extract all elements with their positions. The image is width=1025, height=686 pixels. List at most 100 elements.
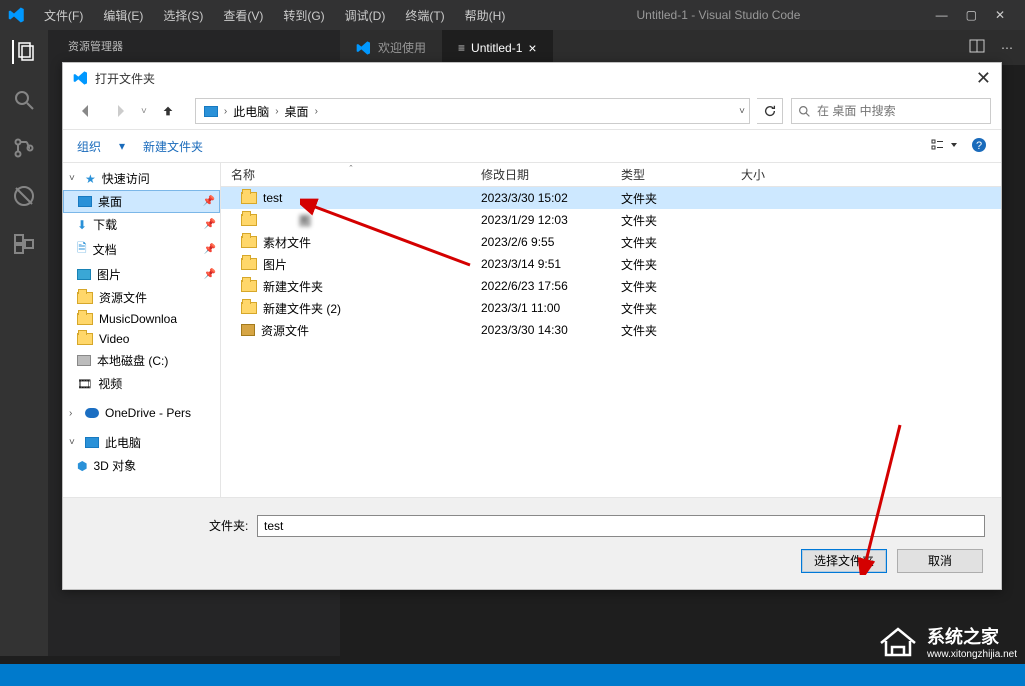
menu-terminal[interactable]: 终端(T) bbox=[397, 5, 452, 26]
nav-label: 3D 对象 bbox=[93, 457, 136, 474]
watermark: 系统之家 www.xitongzhijia.net bbox=[877, 623, 1017, 660]
menu-go[interactable]: 转到(G) bbox=[275, 5, 332, 26]
search-input[interactable] bbox=[817, 104, 984, 118]
new-folder-button[interactable]: 新建文件夹 bbox=[143, 138, 203, 155]
file-row[interactable]: 图2023/1/29 12:03文件夹 bbox=[221, 209, 1001, 231]
debug-icon[interactable] bbox=[12, 184, 36, 208]
nav-item-pictures[interactable]: 图片📌 bbox=[63, 263, 220, 286]
cube-icon: ⬢ bbox=[77, 459, 87, 473]
chevron-right-icon[interactable]: › bbox=[275, 106, 278, 117]
collapse-icon[interactable]: ˅ bbox=[69, 437, 79, 448]
file-row[interactable]: 新建文件夹 (2)2023/3/1 11:00文件夹 bbox=[221, 297, 1001, 319]
source-control-icon[interactable] bbox=[12, 136, 36, 160]
file-icon: ≡ bbox=[458, 41, 465, 55]
file-date: 2023/3/1 11:00 bbox=[481, 301, 621, 315]
menu-view[interactable]: 查看(V) bbox=[215, 5, 271, 26]
nav-back-icon[interactable] bbox=[73, 98, 99, 124]
minimize-icon[interactable]: — bbox=[936, 8, 948, 22]
folder-icon bbox=[77, 292, 93, 304]
file-row[interactable]: 素材文件2023/2/6 9:55文件夹 bbox=[221, 231, 1001, 253]
nav-item-3dobjects[interactable]: ⬢ 3D 对象 bbox=[63, 454, 220, 477]
menu-selection[interactable]: 选择(S) bbox=[155, 5, 211, 26]
nav-item-cdrive[interactable]: 本地磁盘 (C:) bbox=[63, 349, 220, 372]
split-editor-icon[interactable] bbox=[969, 38, 985, 57]
file-name: 资源文件 bbox=[261, 322, 309, 339]
dialog-nav-row: ˅ › 此电脑 › 桌面 › ˅ bbox=[63, 93, 1001, 129]
menu-edit[interactable]: 编辑(E) bbox=[95, 5, 151, 26]
dialog-toolbar: 组织 ▾ 新建文件夹 ? bbox=[63, 129, 1001, 163]
col-header-type[interactable]: 类型 bbox=[621, 166, 741, 183]
expand-icon[interactable]: › bbox=[69, 408, 79, 419]
tab-welcome[interactable]: 欢迎使用 bbox=[340, 30, 442, 65]
close-window-icon[interactable]: ✕ bbox=[995, 8, 1005, 22]
folder-label: 文件夹: bbox=[209, 517, 249, 534]
dialog-titlebar: 打开文件夹 ✕ bbox=[63, 63, 1001, 93]
file-name: 图片 bbox=[263, 256, 287, 273]
organize-button[interactable]: 组织 bbox=[77, 138, 101, 155]
doc-icon: 🗎 bbox=[77, 239, 87, 260]
file-date: 2023/2/6 9:55 bbox=[481, 235, 621, 249]
collapse-icon[interactable]: ˅ bbox=[69, 173, 79, 184]
breadcrumb[interactable]: › 此电脑 › 桌面 › ˅ bbox=[195, 98, 750, 124]
help-icon[interactable]: ? bbox=[971, 137, 987, 156]
nav-item-documents[interactable]: 🗎文档📌 bbox=[63, 236, 220, 263]
search-icon[interactable] bbox=[12, 88, 36, 112]
menu-help[interactable]: 帮助(H) bbox=[457, 5, 514, 26]
breadcrumb-pc-icon[interactable] bbox=[200, 106, 222, 117]
nav-quick-access[interactable]: ˅ ★ 快速访问 bbox=[63, 167, 220, 190]
nav-onedrive[interactable]: ›OneDrive - Pers bbox=[63, 403, 220, 423]
nav-item-videos2[interactable]: 🎞视频 bbox=[63, 372, 220, 395]
search-box[interactable] bbox=[791, 98, 991, 124]
tabs-bar: 欢迎使用 ≡ Untitled-1 × ⋯ bbox=[340, 30, 1025, 65]
view-options-icon[interactable] bbox=[931, 138, 959, 155]
sort-asc-icon: ˆ bbox=[350, 164, 353, 174]
file-type: 文件夹 bbox=[621, 300, 741, 317]
refresh-icon[interactable] bbox=[757, 98, 783, 124]
file-row[interactable]: test2023/3/30 15:02文件夹 bbox=[221, 187, 1001, 209]
nav-item-downloads[interactable]: ⬇下载📌 bbox=[63, 213, 220, 236]
more-actions-icon[interactable]: ⋯ bbox=[1001, 41, 1013, 55]
pictures-icon bbox=[77, 269, 91, 280]
menu-file[interactable]: 文件(F) bbox=[36, 5, 91, 26]
nav-forward-icon[interactable] bbox=[107, 98, 133, 124]
nav-item-music[interactable]: MusicDownloa bbox=[63, 309, 220, 329]
file-type: 文件夹 bbox=[621, 212, 741, 229]
file-row[interactable]: 资源文件2023/3/30 14:30文件夹 bbox=[221, 319, 1001, 341]
col-header-date[interactable]: 修改日期 bbox=[481, 166, 621, 183]
extensions-icon[interactable] bbox=[12, 232, 36, 256]
chevron-right-icon[interactable]: › bbox=[224, 106, 227, 117]
nav-item-video[interactable]: Video bbox=[63, 329, 220, 349]
file-row[interactable]: 新建文件夹2022/6/23 17:56文件夹 bbox=[221, 275, 1001, 297]
file-date: 2023/3/30 15:02 bbox=[481, 191, 621, 205]
nav-this-pc[interactable]: ˅此电脑 bbox=[63, 431, 220, 454]
col-header-size[interactable]: 大小 bbox=[741, 166, 841, 183]
close-tab-icon[interactable]: × bbox=[528, 40, 536, 56]
col-header-name[interactable]: ˆ名称 bbox=[221, 166, 481, 183]
nav-history-dropdown-icon[interactable]: ˅ bbox=[141, 106, 147, 117]
nav-label: Video bbox=[99, 332, 129, 346]
nav-item-res[interactable]: 资源文件 bbox=[63, 286, 220, 309]
maximize-icon[interactable]: ▢ bbox=[966, 8, 977, 22]
pin-icon: 📌 bbox=[204, 219, 216, 230]
breadcrumb-dropdown-icon[interactable]: ˅ bbox=[739, 106, 745, 117]
file-date: 2023/3/14 9:51 bbox=[481, 257, 621, 271]
menu-debug[interactable]: 调试(D) bbox=[337, 5, 394, 26]
chevron-right-icon[interactable]: › bbox=[315, 106, 318, 117]
watermark-url: www.xitongzhijia.net bbox=[927, 649, 1017, 660]
file-row[interactable]: 图片2023/3/14 9:51文件夹 bbox=[221, 253, 1001, 275]
dropdown-icon[interactable]: ▾ bbox=[119, 139, 125, 153]
folder-name-input[interactable] bbox=[257, 515, 985, 537]
breadcrumb-segment-desktop[interactable]: 桌面 bbox=[281, 103, 313, 120]
select-folder-button[interactable]: 选择文件夹 bbox=[801, 549, 887, 573]
nav-label: 桌面 bbox=[98, 193, 122, 210]
file-list: ˆ名称 修改日期 类型 大小 test2023/3/30 15:02文件夹 图2… bbox=[221, 163, 1001, 497]
file-date: 2023/1/29 12:03 bbox=[481, 213, 621, 227]
nav-up-icon[interactable] bbox=[155, 98, 181, 124]
dialog-close-icon[interactable]: ✕ bbox=[976, 68, 991, 89]
nav-item-desktop[interactable]: 桌面📌 bbox=[63, 190, 220, 213]
breadcrumb-segment-thispc[interactable]: 此电脑 bbox=[229, 103, 273, 120]
explorer-icon[interactable] bbox=[12, 40, 36, 64]
disk-icon bbox=[77, 355, 91, 366]
tab-untitled-1[interactable]: ≡ Untitled-1 × bbox=[442, 30, 553, 65]
cancel-button[interactable]: 取消 bbox=[897, 549, 983, 573]
